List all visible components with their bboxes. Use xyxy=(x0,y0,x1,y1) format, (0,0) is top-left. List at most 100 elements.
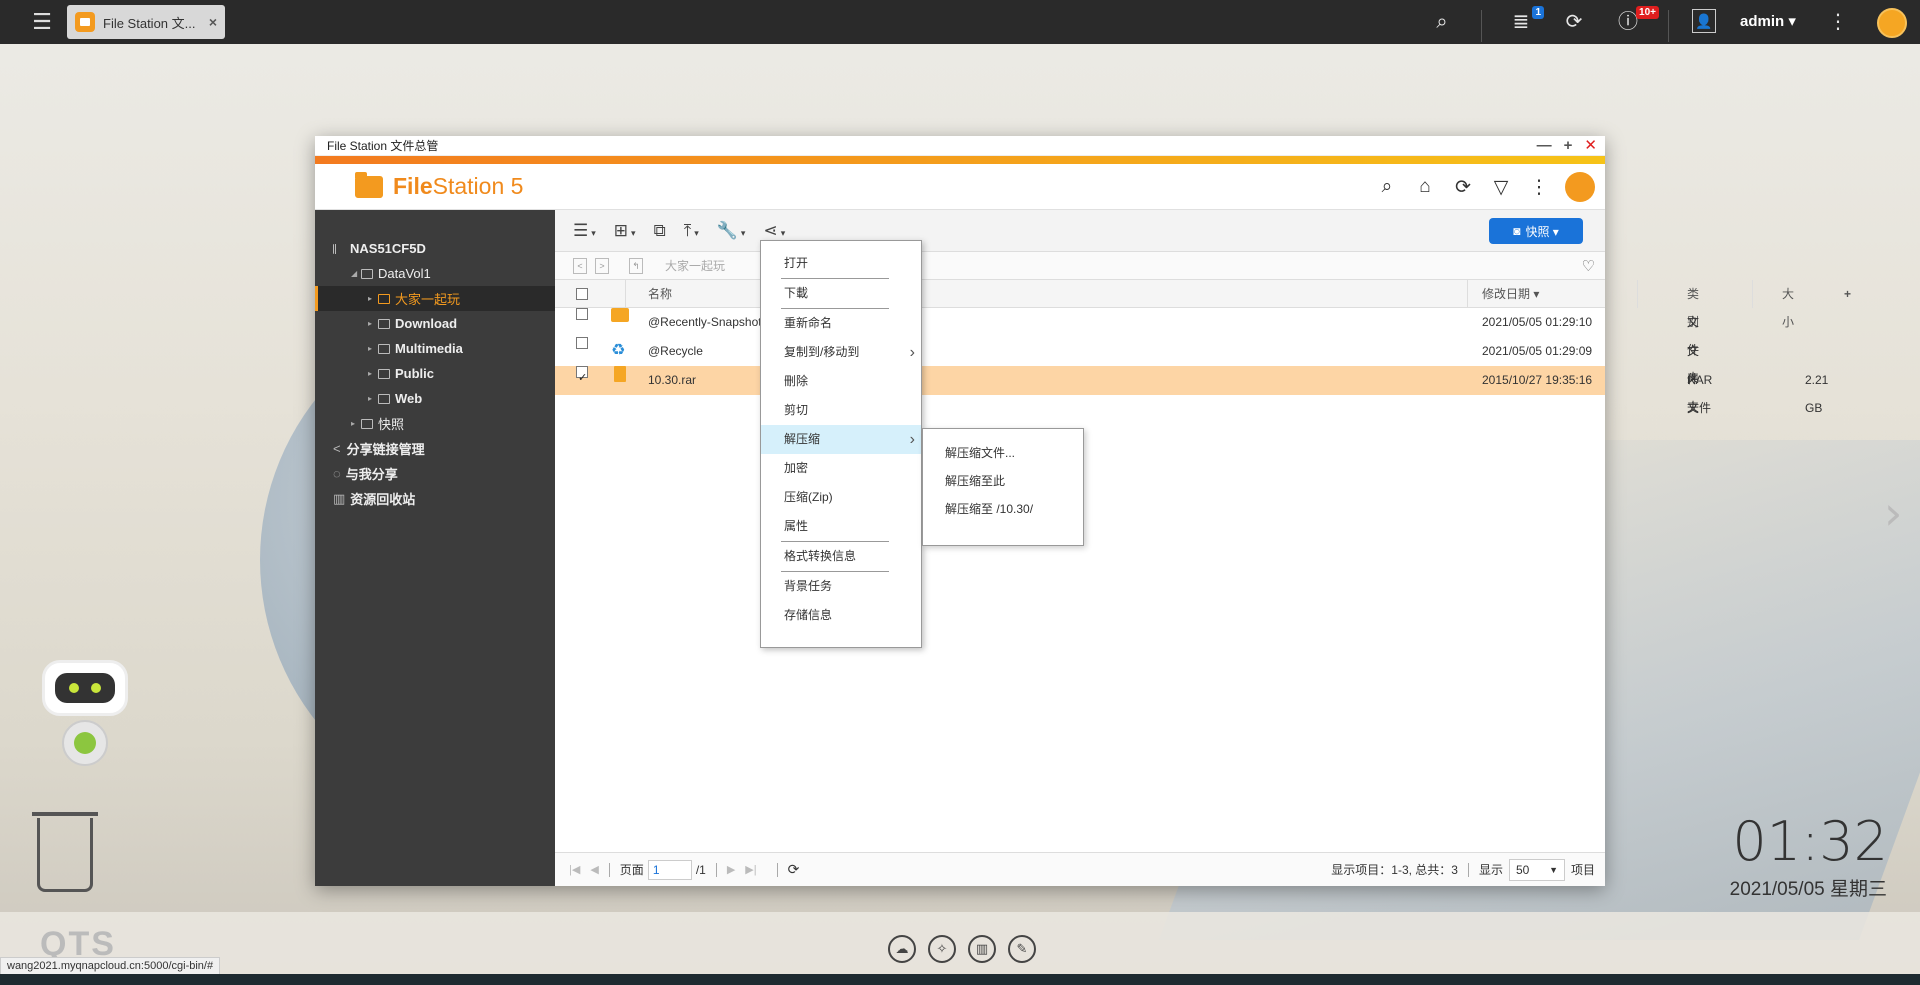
expand-icon[interactable]: ▸ xyxy=(351,419,361,428)
expand-icon[interactable]: ▸ xyxy=(368,319,378,328)
user-menu[interactable]: admin ▾ xyxy=(1740,12,1796,30)
column-name[interactable]: 名称 xyxy=(648,280,672,308)
menu-item-copy-move[interactable]: 复制到/移动到 › xyxy=(761,338,921,367)
next-page-icon[interactable]: ▶ xyxy=(727,863,735,876)
menu-item-conversion-info[interactable]: 格式转换信息 xyxy=(761,542,921,571)
row-checkbox[interactable] xyxy=(576,337,588,349)
submenu-extract-here[interactable]: 解压缩至此 xyxy=(923,467,1083,495)
more-options-icon[interactable]: ⋮ xyxy=(1825,9,1851,35)
sync-icon[interactable]: ⟳ xyxy=(1561,9,1587,35)
up-level-icon[interactable]: ↰ xyxy=(629,257,643,274)
select-all-checkbox[interactable] xyxy=(576,288,588,300)
tree-shared-with-me[interactable]: ◌ 与我分享 xyxy=(315,461,555,486)
first-page-icon[interactable]: |◀ xyxy=(569,863,580,876)
remote-mount-icon[interactable]: ⌂ xyxy=(1413,176,1437,198)
user-avatar-icon[interactable]: 👤 xyxy=(1692,9,1716,33)
tree-folder-public[interactable]: ▸ Public xyxy=(315,361,555,386)
tree-folder-download[interactable]: ▸ Download xyxy=(315,311,555,336)
upload-icon[interactable]: ⤒ ▾ xyxy=(684,221,699,241)
menu-item-compress[interactable]: 压缩(Zip) xyxy=(761,483,921,512)
notification-badge: 1 xyxy=(1532,6,1544,19)
status-bar-url: wang2021.myqnapcloud.cn:5000/cgi-bin/# xyxy=(0,957,221,975)
expand-icon[interactable]: ▸ xyxy=(368,294,378,303)
menu-item-download[interactable]: 下載 xyxy=(761,279,921,308)
window-titlebar[interactable]: File Station 文件总管 — + ✕ xyxy=(315,136,1605,156)
next-desktop-icon[interactable]: › xyxy=(1884,486,1902,540)
tree-share-links[interactable]: < 分享链接管理 xyxy=(315,436,555,461)
close-window-icon[interactable]: ✕ xyxy=(1584,136,1597,156)
menu-item-rename[interactable]: 重新命名 xyxy=(761,309,921,338)
tools-icon[interactable]: 🔧 ▾ xyxy=(717,221,746,241)
page-size-select[interactable]: 50 ▼ xyxy=(1508,858,1565,881)
more-icon[interactable]: ⋮ xyxy=(1527,176,1551,199)
expand-icon[interactable]: ◢ xyxy=(351,269,361,278)
search-icon[interactable]: ⌕ xyxy=(1375,176,1399,198)
background-task-icon[interactable] xyxy=(1565,172,1595,202)
forward-icon[interactable]: > xyxy=(595,257,609,274)
expand-icon[interactable]: ▸ xyxy=(368,369,378,378)
menu-item-open[interactable]: 打开 xyxy=(761,249,921,278)
snapshot-button[interactable]: ◙ 快照 ▾ xyxy=(1489,218,1583,244)
expand-icon[interactable]: ▸ xyxy=(368,344,378,353)
menu-item-extract[interactable]: 解压缩 › xyxy=(761,425,921,454)
minimize-icon[interactable]: — xyxy=(1537,136,1552,156)
back-icon[interactable]: < xyxy=(573,257,587,274)
cloud-icon[interactable]: ☁ xyxy=(888,935,916,963)
expand-icon[interactable]: ▸ xyxy=(368,394,378,403)
create-folder-icon[interactable]: ⊞ ▾ xyxy=(614,221,636,241)
row-checkbox[interactable] xyxy=(576,364,588,392)
tree-folder-active[interactable]: ▸ 大家一起玩 xyxy=(315,286,555,311)
copy-icon[interactable]: ⧉ xyxy=(654,221,666,241)
column-modified[interactable]: 修改日期 ▾ xyxy=(1482,280,1539,308)
notes-icon[interactable]: ✎ xyxy=(1008,935,1036,963)
tree-nas[interactable]: NAS51CF5D xyxy=(315,236,555,261)
background-tasks-icon[interactable]: ≣ 1 xyxy=(1508,6,1544,35)
menu-item-properties[interactable]: 属性 xyxy=(761,512,921,541)
menu-item-encrypt[interactable]: 加密 xyxy=(761,454,921,483)
prev-page-icon[interactable]: ◀ xyxy=(590,863,598,876)
maximize-icon[interactable]: + xyxy=(1564,136,1573,156)
file-name: @Recently-Snapshot xyxy=(648,315,762,329)
row-checkbox[interactable] xyxy=(576,308,588,320)
helpdesk-robot-icon[interactable] xyxy=(32,660,142,790)
tools-icon[interactable]: ✧ xyxy=(928,935,956,963)
refresh-icon[interactable]: ⟳ xyxy=(1451,176,1475,199)
column-size[interactable]: 大小 xyxy=(1782,280,1794,336)
refresh-icon[interactable]: ⟳ xyxy=(788,861,800,878)
page-number-input[interactable] xyxy=(647,859,692,880)
share-icon[interactable]: ⋖ ▾ xyxy=(763,221,785,241)
menu-item-delete[interactable]: 刪除 xyxy=(761,367,921,396)
taskbar-tab-filestation[interactable]: File Station 文... × xyxy=(67,5,225,39)
tree-folder-web[interactable]: ▸ Web xyxy=(315,386,555,411)
divider xyxy=(625,280,626,308)
table-row[interactable]: ♻ @Recycle 2021/05/05 01:29:09 文件夹 xyxy=(555,337,1699,414)
table-row-selected[interactable]: 10.30.rar 2015/10/27 19:35:16 RAR 文件 2.2… xyxy=(555,364,1828,415)
tree-recycle-bin[interactable]: ▥ 资源回收站 xyxy=(315,486,555,511)
dashboard-icon[interactable] xyxy=(1877,8,1907,38)
folder-icon xyxy=(378,393,390,404)
info-icon[interactable]: ⓘ 10+ xyxy=(1615,6,1659,35)
filter-icon[interactable]: ▽ xyxy=(1489,176,1513,199)
chevron-right-icon: › xyxy=(909,431,915,448)
tree-folder-multimedia[interactable]: ▸ Multimedia xyxy=(315,336,555,361)
menu-item-background-tasks[interactable]: 背景任务 xyxy=(761,572,921,601)
favorite-icon[interactable]: ♡ xyxy=(1582,257,1595,275)
menu-item-cut[interactable]: 剪切 xyxy=(761,396,921,425)
filestation-app-icon xyxy=(75,12,95,32)
library-icon[interactable]: ▥ xyxy=(968,935,996,963)
add-column-icon[interactable]: + xyxy=(1844,280,1851,308)
table-row[interactable]: @Recently-Snapshot 2021/05/05 01:29:10 文… xyxy=(555,308,1699,385)
view-mode-icon[interactable]: ☰ ▾ xyxy=(573,221,596,241)
tree-snapshot[interactable]: ▸ 快照 xyxy=(315,411,555,436)
close-icon[interactable]: × xyxy=(209,14,217,30)
desktop-trash-icon[interactable] xyxy=(32,812,98,892)
chevron-right-icon: › xyxy=(909,344,915,361)
page-total: /1 xyxy=(695,862,706,877)
submenu-extract-to-folder[interactable]: 解压缩至 /10.30/ xyxy=(923,495,1083,523)
submenu-extract-files[interactable]: 解压缩文件... xyxy=(923,439,1083,467)
main-menu-icon[interactable]: ☰ xyxy=(28,8,56,36)
menu-item-storage-info[interactable]: 存储信息 xyxy=(761,601,921,630)
tree-volume[interactable]: ◢ DataVol1 xyxy=(315,261,555,286)
last-page-icon[interactable]: ▶| xyxy=(745,863,756,876)
search-icon[interactable]: ⌕ xyxy=(1429,9,1455,35)
